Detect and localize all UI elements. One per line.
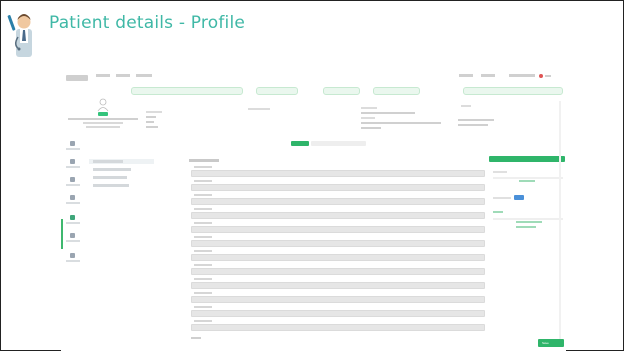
patient-status-tag <box>98 112 108 116</box>
app-top-bar <box>61 71 566 87</box>
form-section-title <box>189 159 219 162</box>
patient-avatar-icon <box>97 98 109 112</box>
tab-other[interactable] <box>311 141 366 146</box>
topbar-user-menu[interactable] <box>509 74 535 77</box>
right-panel-link[interactable] <box>519 180 535 182</box>
info-label-5 <box>461 105 471 107</box>
nav-home-icon[interactable] <box>70 141 75 146</box>
save-button[interactable]: Save <box>538 339 564 347</box>
field-label <box>194 320 212 322</box>
nav-settings-icon[interactable] <box>70 253 75 258</box>
topbar-link-2[interactable] <box>481 74 495 77</box>
field-label <box>194 180 212 182</box>
patient-id-text <box>83 122 123 124</box>
info-label-4 <box>361 117 375 119</box>
nav-item-3[interactable] <box>136 74 152 77</box>
patient-name-text <box>68 118 138 120</box>
field-label <box>194 194 212 196</box>
form-input[interactable] <box>191 282 485 289</box>
sidemenu-item-4[interactable] <box>89 183 154 188</box>
sidemenu-item-3[interactable] <box>89 175 154 180</box>
nav-item-1[interactable] <box>96 74 110 77</box>
info-value-4 <box>361 112 415 114</box>
form-input[interactable] <box>191 184 485 191</box>
nav-active-indicator <box>61 219 63 249</box>
app-logo <box>66 75 88 81</box>
nav-users-icon[interactable] <box>70 177 75 182</box>
info-value-5 <box>361 122 441 124</box>
nav-patients-label <box>66 222 80 224</box>
toggle-switch[interactable] <box>514 195 524 200</box>
field-label <box>194 306 212 308</box>
subbar-pill-3[interactable] <box>323 87 360 95</box>
right-panel-link[interactable] <box>516 221 542 223</box>
slide-title: Patient details - Profile <box>49 13 246 33</box>
form-input[interactable] <box>191 170 485 177</box>
info-label-1 <box>146 111 162 113</box>
topbar-link-1[interactable] <box>459 74 473 77</box>
field-label <box>194 264 212 266</box>
form-input[interactable] <box>191 212 485 219</box>
form-input[interactable] <box>191 324 485 331</box>
field-label <box>194 236 212 238</box>
right-panel-divider <box>493 218 563 220</box>
subbar-pill-5[interactable] <box>463 87 563 95</box>
form-input[interactable] <box>191 226 485 233</box>
info-label-2 <box>248 108 270 110</box>
subbar-pill-2[interactable] <box>256 87 298 95</box>
field-label <box>191 337 201 339</box>
nav-docs-label <box>66 202 80 204</box>
info-value-2 <box>146 121 154 123</box>
info-label-3 <box>361 107 377 109</box>
sidemenu-item-profile[interactable] <box>89 159 154 164</box>
nav-reports-label <box>66 240 80 242</box>
field-label <box>194 166 212 168</box>
tab-profile[interactable] <box>291 141 309 146</box>
field-label <box>194 222 212 224</box>
profile-screen-mockup: Save <box>61 71 566 351</box>
field-label <box>194 292 212 294</box>
notification-badge <box>539 74 543 78</box>
info-value-6 <box>361 127 381 129</box>
field-label <box>194 278 212 280</box>
nav-calendar-label <box>66 166 80 168</box>
scrollbar[interactable] <box>559 101 561 341</box>
nav-settings-label <box>66 260 80 262</box>
save-button-label: Save <box>542 341 549 345</box>
slide-frame: Patient details - Profile Save <box>0 0 624 351</box>
form-input[interactable] <box>191 240 485 247</box>
nav-calendar-icon[interactable] <box>70 159 75 164</box>
nav-users-label <box>66 184 80 186</box>
right-panel-divider <box>493 177 563 179</box>
info-value-3 <box>146 126 158 128</box>
patient-meta-text <box>86 126 120 128</box>
sidemenu-item-2[interactable] <box>89 167 154 172</box>
nav-docs-icon[interactable] <box>70 195 75 200</box>
nav-home-label <box>66 148 80 150</box>
doctor-avatar-icon <box>7 14 32 57</box>
info-value-8 <box>458 124 488 126</box>
subbar-pill-4[interactable] <box>373 87 420 95</box>
info-value-7 <box>458 119 494 121</box>
form-input[interactable] <box>191 198 485 205</box>
form-input[interactable] <box>191 296 485 303</box>
info-value-1 <box>146 116 156 118</box>
right-panel-link[interactable] <box>516 226 536 228</box>
nav-reports-icon[interactable] <box>70 233 75 238</box>
form-input[interactable] <box>191 310 485 317</box>
form-input[interactable] <box>191 254 485 261</box>
subbar-pill-1[interactable] <box>131 87 243 95</box>
field-label <box>194 208 212 210</box>
right-panel-text <box>493 197 511 199</box>
nav-item-2[interactable] <box>116 74 130 77</box>
form-input[interactable] <box>191 268 485 275</box>
left-navigation <box>61 133 87 351</box>
chevron-down-icon[interactable] <box>545 75 551 77</box>
nav-patients-icon[interactable] <box>70 215 75 220</box>
right-panel-action-button[interactable] <box>489 156 565 162</box>
field-label <box>194 250 212 252</box>
right-panel-link[interactable] <box>493 211 503 213</box>
right-panel-text <box>493 171 507 173</box>
